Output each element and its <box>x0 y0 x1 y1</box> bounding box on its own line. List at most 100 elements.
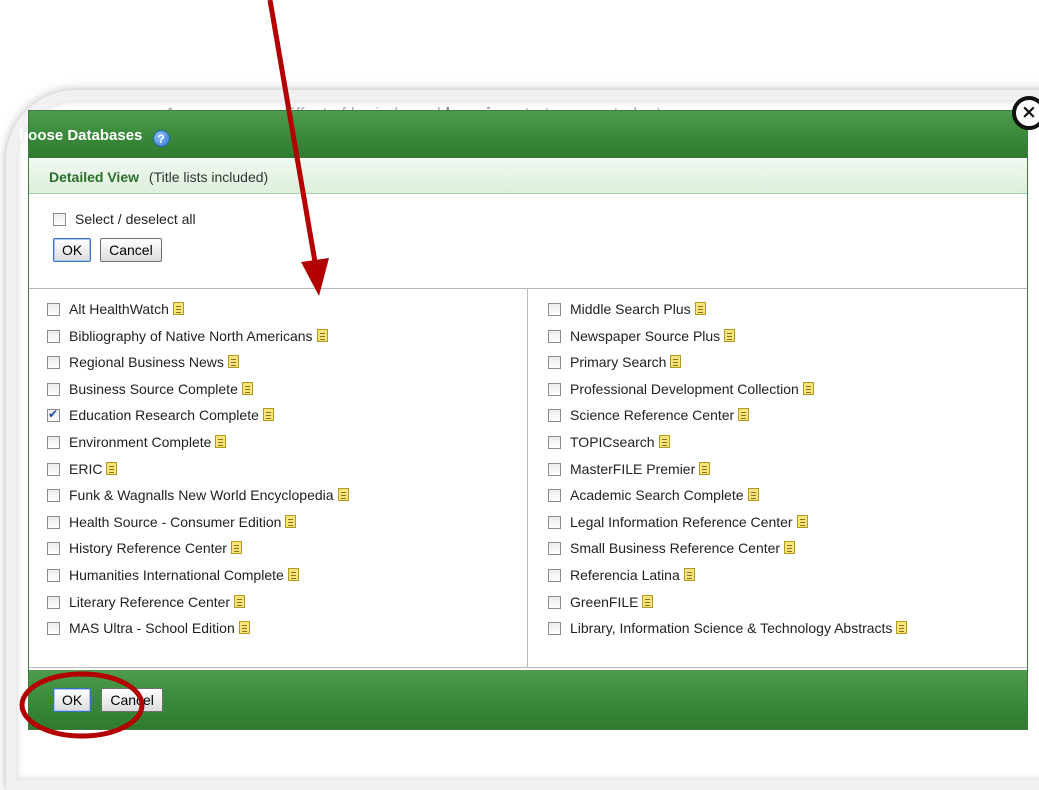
database-item[interactable]: Business Source Complete <box>47 381 527 408</box>
database-item[interactable]: Health Source - Consumer Edition <box>47 514 527 541</box>
database-item[interactable]: Education Research Complete <box>47 407 527 434</box>
title-list-icon[interactable] <box>172 302 184 315</box>
database-checkbox[interactable] <box>548 382 561 396</box>
database-checkbox[interactable] <box>548 303 561 316</box>
title-list-icon[interactable] <box>670 355 682 369</box>
title-list-icon[interactable] <box>724 328 736 342</box>
database-label: Literary Reference Center <box>69 593 231 610</box>
title-list-icon[interactable] <box>215 434 227 448</box>
view-bar: Detailed View (Title lists included) <box>29 158 1027 194</box>
database-checkbox[interactable] <box>548 435 561 449</box>
database-item[interactable]: Literary Reference Center <box>47 594 527 621</box>
database-checkbox[interactable] <box>548 462 561 476</box>
database-checkbox[interactable] <box>548 568 561 582</box>
database-item[interactable]: ERIC <box>47 461 527 488</box>
title-list-icon[interactable] <box>316 328 328 342</box>
database-item[interactable]: Library, Information Science & Technolog… <box>548 620 1027 647</box>
database-checkbox[interactable] <box>47 329 60 343</box>
database-item[interactable]: Newspaper Source Plus <box>548 328 1027 355</box>
dialog-title: hoose Databases <box>19 127 143 144</box>
database-checkbox[interactable] <box>548 489 561 503</box>
database-item[interactable]: Alt HealthWatch <box>47 301 527 328</box>
title-list-icon[interactable] <box>784 541 796 555</box>
detailed-view-label[interactable]: Detailed View <box>49 169 139 185</box>
database-item[interactable]: Regional Business News <box>47 354 527 381</box>
database-item[interactable]: History Reference Center <box>47 540 527 567</box>
database-item[interactable]: Small Business Reference Center <box>548 540 1027 567</box>
database-item[interactable]: Professional Development Collection <box>548 381 1027 408</box>
database-checkbox[interactable] <box>548 595 561 609</box>
database-checkbox[interactable] <box>47 595 60 609</box>
database-item[interactable]: Primary Search <box>548 354 1027 381</box>
database-item[interactable]: TOPICsearch <box>548 434 1027 461</box>
help-icon[interactable]: ? <box>152 130 170 147</box>
database-item[interactable]: Referencia Latina <box>548 567 1027 594</box>
ok-button-bottom[interactable]: OK <box>53 688 92 712</box>
title-list-icon[interactable] <box>106 461 118 475</box>
title-list-icon[interactable] <box>230 541 242 555</box>
dialog-footer: OK Cancel <box>29 670 1027 729</box>
database-label: Middle Search Plus <box>570 301 691 317</box>
database-item[interactable]: MasterFILE Premier <box>548 461 1027 488</box>
database-label: Science Reference Center <box>570 407 735 424</box>
title-list-icon[interactable] <box>683 567 695 581</box>
title-list-icon[interactable] <box>234 594 246 608</box>
database-item[interactable]: MAS Ultra - School Edition <box>47 620 527 647</box>
cancel-button-bottom[interactable]: Cancel <box>101 688 163 712</box>
database-label: Alt HealthWatch <box>69 301 169 317</box>
database-checkbox[interactable] <box>47 382 60 396</box>
database-checkbox[interactable] <box>548 356 561 370</box>
database-list-left: Alt HealthWatch Bibliography of Native No… <box>29 289 528 667</box>
database-item[interactable]: GreenFILE <box>548 594 1027 621</box>
database-item[interactable]: Science Reference Center <box>548 407 1027 434</box>
title-list-icon[interactable] <box>699 461 711 475</box>
title-list-icon[interactable] <box>287 567 299 581</box>
database-item[interactable]: Legal Information Reference Center <box>548 514 1027 541</box>
database-checkbox[interactable] <box>47 622 60 636</box>
database-checkbox[interactable] <box>548 515 561 529</box>
select-all-row[interactable]: Select / deselect all <box>53 211 1027 227</box>
database-checkbox[interactable] <box>47 515 60 529</box>
title-list-icon[interactable] <box>227 355 239 369</box>
database-checkbox[interactable] <box>47 542 60 556</box>
title-list-icon[interactable] <box>241 381 253 395</box>
database-item[interactable]: Humanities International Complete <box>47 567 527 594</box>
title-list-icon[interactable] <box>642 594 654 608</box>
database-item[interactable]: Academic Search Complete <box>548 487 1027 514</box>
database-label: Referencia Latina <box>570 566 680 583</box>
title-list-icon[interactable] <box>896 621 908 635</box>
title-list-icon[interactable] <box>337 488 349 502</box>
database-checkbox[interactable] <box>548 409 561 423</box>
database-item[interactable]: Bibliography of Native North Americans <box>47 328 527 355</box>
title-list-icon[interactable] <box>262 408 274 422</box>
title-list-icon[interactable] <box>238 621 250 635</box>
title-list-icon[interactable] <box>285 514 297 528</box>
database-item[interactable]: Middle Search Plus <box>548 301 1027 328</box>
close-icon[interactable]: × <box>1012 96 1039 130</box>
database-checkbox[interactable] <box>47 462 60 476</box>
database-label: Primary Search <box>570 354 667 371</box>
title-list-icon[interactable] <box>747 488 759 502</box>
ok-button-top[interactable]: OK <box>53 238 92 262</box>
database-checkbox[interactable] <box>47 435 60 449</box>
title-list-icon[interactable] <box>802 381 814 395</box>
database-checkbox[interactable] <box>47 303 60 316</box>
title-list-icon[interactable] <box>658 434 670 448</box>
database-item[interactable]: Funk & Wagnalls New World Encyclopedia <box>47 487 527 514</box>
database-label: Education Research Complete <box>69 407 259 424</box>
select-all-checkbox[interactable] <box>53 213 66 226</box>
database-checkbox[interactable] <box>47 407 60 423</box>
database-checkbox[interactable] <box>47 356 60 370</box>
title-list-icon[interactable] <box>694 302 706 315</box>
database-item[interactable]: Environment Complete <box>47 434 527 461</box>
database-checkbox[interactable] <box>548 622 561 636</box>
database-checkbox[interactable] <box>47 568 60 582</box>
database-checkbox[interactable] <box>548 329 561 343</box>
cancel-button-top[interactable]: Cancel <box>100 238 162 262</box>
database-label: Funk & Wagnalls New World Encyclopedia <box>69 487 334 504</box>
title-list-icon[interactable] <box>796 514 808 528</box>
database-checkbox[interactable] <box>548 542 561 556</box>
title-list-icon[interactable] <box>738 408 750 422</box>
database-label: History Reference Center <box>69 540 227 557</box>
database-checkbox[interactable] <box>47 489 60 503</box>
